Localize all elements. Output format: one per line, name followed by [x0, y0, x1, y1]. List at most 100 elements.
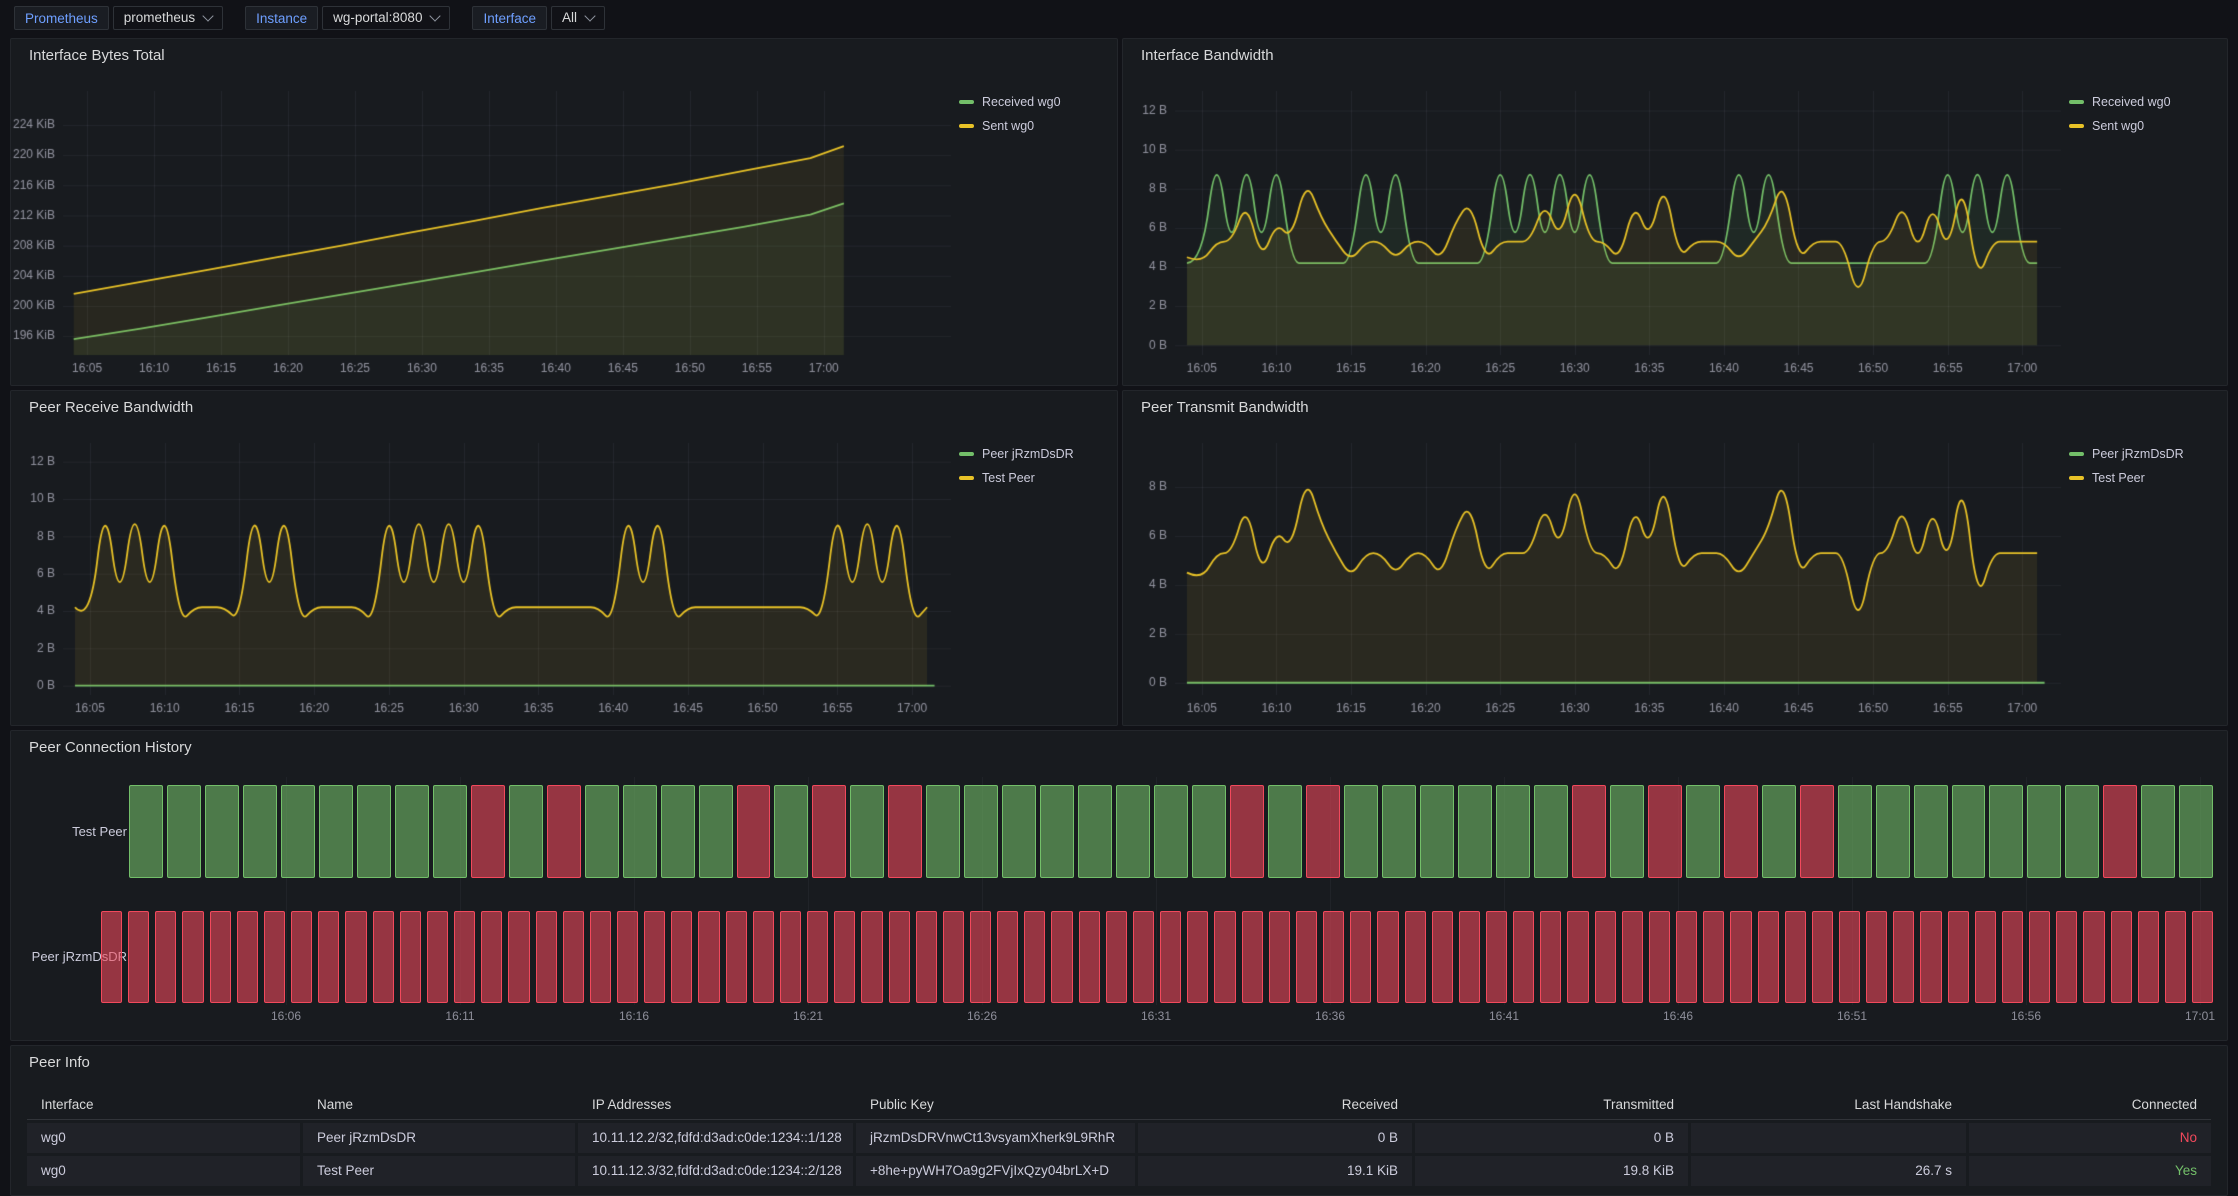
- panel-interface-bytes-total: Interface Bytes Total Received wg0 Sent w…: [10, 38, 1118, 386]
- legend-item[interactable]: Peer jRzmDsDR: [959, 447, 1109, 461]
- history-row-bars[interactable]: [129, 785, 2213, 878]
- variable-interface: Interface All: [472, 6, 605, 30]
- table-column-header[interactable]: Public Key: [856, 1090, 1135, 1119]
- status-up-bar: [1078, 785, 1112, 878]
- status-up-bar: [2065, 785, 2099, 878]
- status-down-bar: [1079, 911, 1100, 1003]
- status-down-bar: [1540, 911, 1561, 1003]
- status-up-bar: [1686, 785, 1720, 878]
- status-up-bar: [1952, 785, 1986, 878]
- status-down-bar: [481, 911, 502, 1003]
- legend-item[interactable]: Sent wg0: [2069, 119, 2219, 133]
- table-column-header[interactable]: Last Handshake: [1691, 1090, 1966, 1119]
- variable-value-interface-dropdown[interactable]: All: [551, 6, 605, 30]
- status-up-bar: [926, 785, 960, 878]
- status-down-bar: [1269, 911, 1290, 1003]
- table-cell: wg0: [27, 1123, 300, 1153]
- table-cell: Yes: [1969, 1156, 2211, 1186]
- table-column-header[interactable]: Name: [303, 1090, 575, 1119]
- history-time-label: 16:41: [1489, 1009, 1519, 1023]
- status-down-bar: [1730, 911, 1751, 1003]
- status-up-bar: [1914, 785, 1948, 878]
- status-down-bar: [1106, 911, 1127, 1003]
- status-up-bar: [1876, 785, 1910, 878]
- status-up-bar: [1002, 785, 1036, 878]
- status-down-bar: [2165, 911, 2186, 1003]
- history-row-label: Test Peer: [0, 824, 127, 839]
- table-cell: 10.11.12.2/32,fdfd:d3ad:c0de:1234::1/128: [578, 1123, 853, 1153]
- status-up-bar: [281, 785, 315, 878]
- legend-item[interactable]: Received wg0: [959, 95, 1109, 109]
- status-down-bar: [590, 911, 611, 1003]
- legend-item[interactable]: Peer jRzmDsDR: [2069, 447, 2219, 461]
- interface-bandwidth-chart[interactable]: [1123, 75, 2071, 383]
- table-cell: 0 B: [1415, 1123, 1688, 1153]
- status-down-bar: [291, 911, 312, 1003]
- peer-transmit-bandwidth-chart[interactable]: [1123, 427, 2071, 723]
- status-down-bar: [889, 911, 910, 1003]
- legend: Received wg0 Sent wg0: [2069, 95, 2219, 143]
- legend-series-label: Received wg0: [982, 95, 1061, 109]
- legend-item[interactable]: Sent wg0: [959, 119, 1109, 133]
- legend: Received wg0 Sent wg0: [959, 95, 1109, 143]
- table-column-header[interactable]: Connected: [1969, 1090, 2211, 1119]
- status-down-bar: [1975, 911, 1996, 1003]
- status-down-bar: [780, 911, 801, 1003]
- panel-title[interactable]: Interface Bytes Total: [11, 39, 1117, 73]
- peer-receive-bandwidth-chart[interactable]: [11, 427, 961, 723]
- status-up-bar: [1458, 785, 1492, 878]
- legend-series-color: [2069, 124, 2084, 128]
- interface-bytes-total-chart[interactable]: [11, 75, 961, 383]
- status-down-bar: [2029, 911, 2050, 1003]
- panel-title[interactable]: Peer Receive Bandwidth: [11, 391, 1117, 425]
- status-up-bar: [1838, 785, 1872, 878]
- peer-connection-history-timeline[interactable]: Test PeerPeer jRzmDsDR16:0616:1116:1616:…: [11, 731, 2227, 1040]
- history-time-label: 16:16: [619, 1009, 649, 1023]
- legend-item[interactable]: Test Peer: [959, 471, 1109, 485]
- variable-value-text: All: [562, 6, 577, 30]
- status-down-bar: [1323, 911, 1344, 1003]
- table-cell: 19.1 KiB: [1138, 1156, 1412, 1186]
- status-down-bar: [2002, 911, 2023, 1003]
- panel-title[interactable]: Peer Transmit Bandwidth: [1123, 391, 2227, 425]
- table-cell: wg0: [27, 1156, 300, 1186]
- table-cell: Test Peer: [303, 1156, 575, 1186]
- variable-value-text: prometheus: [124, 6, 195, 30]
- status-up-bar: [1989, 785, 2023, 878]
- variable-instance: Instance wg-portal:8080: [245, 6, 450, 30]
- legend-series-label: Test Peer: [2092, 471, 2145, 485]
- table-column-header[interactable]: Received: [1138, 1090, 1412, 1119]
- status-down-bar: [1839, 911, 1860, 1003]
- status-down-bar: [1350, 911, 1371, 1003]
- legend-item[interactable]: Received wg0: [2069, 95, 2219, 109]
- status-down-bar: [753, 911, 774, 1003]
- table-column-header[interactable]: Interface: [27, 1090, 300, 1119]
- variable-value-instance-dropdown[interactable]: wg-portal:8080: [322, 6, 450, 30]
- panel-title[interactable]: Interface Bandwidth: [1123, 39, 2227, 73]
- table-column-header[interactable]: Transmitted: [1415, 1090, 1688, 1119]
- peer-info-table: InterfaceNameIP AddressesPublic KeyRecei…: [27, 1090, 2211, 1186]
- history-row-bars[interactable]: [101, 911, 2213, 1003]
- status-down-bar: [1024, 911, 1045, 1003]
- panel-title[interactable]: Peer Info: [11, 1046, 2227, 1080]
- status-up-bar: [774, 785, 808, 878]
- legend: Peer jRzmDsDR Test Peer: [2069, 447, 2219, 495]
- table-cell: 10.11.12.3/32,fdfd:d3ad:c0de:1234::2/128: [578, 1156, 853, 1186]
- variable-value-prometheus-dropdown[interactable]: prometheus: [113, 6, 223, 30]
- legend-series-color: [2069, 476, 2084, 480]
- status-down-bar: [1800, 785, 1834, 878]
- panel-peer-receive-bandwidth: Peer Receive Bandwidth Peer jRzmDsDR Test…: [10, 390, 1118, 726]
- status-up-bar: [395, 785, 429, 878]
- legend-item[interactable]: Test Peer: [2069, 471, 2219, 485]
- history-time-label: 16:26: [967, 1009, 997, 1023]
- status-down-bar: [210, 911, 231, 1003]
- status-up-bar: [850, 785, 884, 878]
- status-down-bar: [1649, 911, 1670, 1003]
- variable-prometheus: Prometheus prometheus: [14, 6, 223, 30]
- status-down-bar: [400, 911, 421, 1003]
- table-column-header[interactable]: IP Addresses: [578, 1090, 853, 1119]
- status-up-bar: [433, 785, 467, 878]
- status-down-bar: [155, 911, 176, 1003]
- panel-interface-bandwidth: Interface Bandwidth Received wg0 Sent wg0: [1122, 38, 2228, 386]
- status-down-bar: [1513, 911, 1534, 1003]
